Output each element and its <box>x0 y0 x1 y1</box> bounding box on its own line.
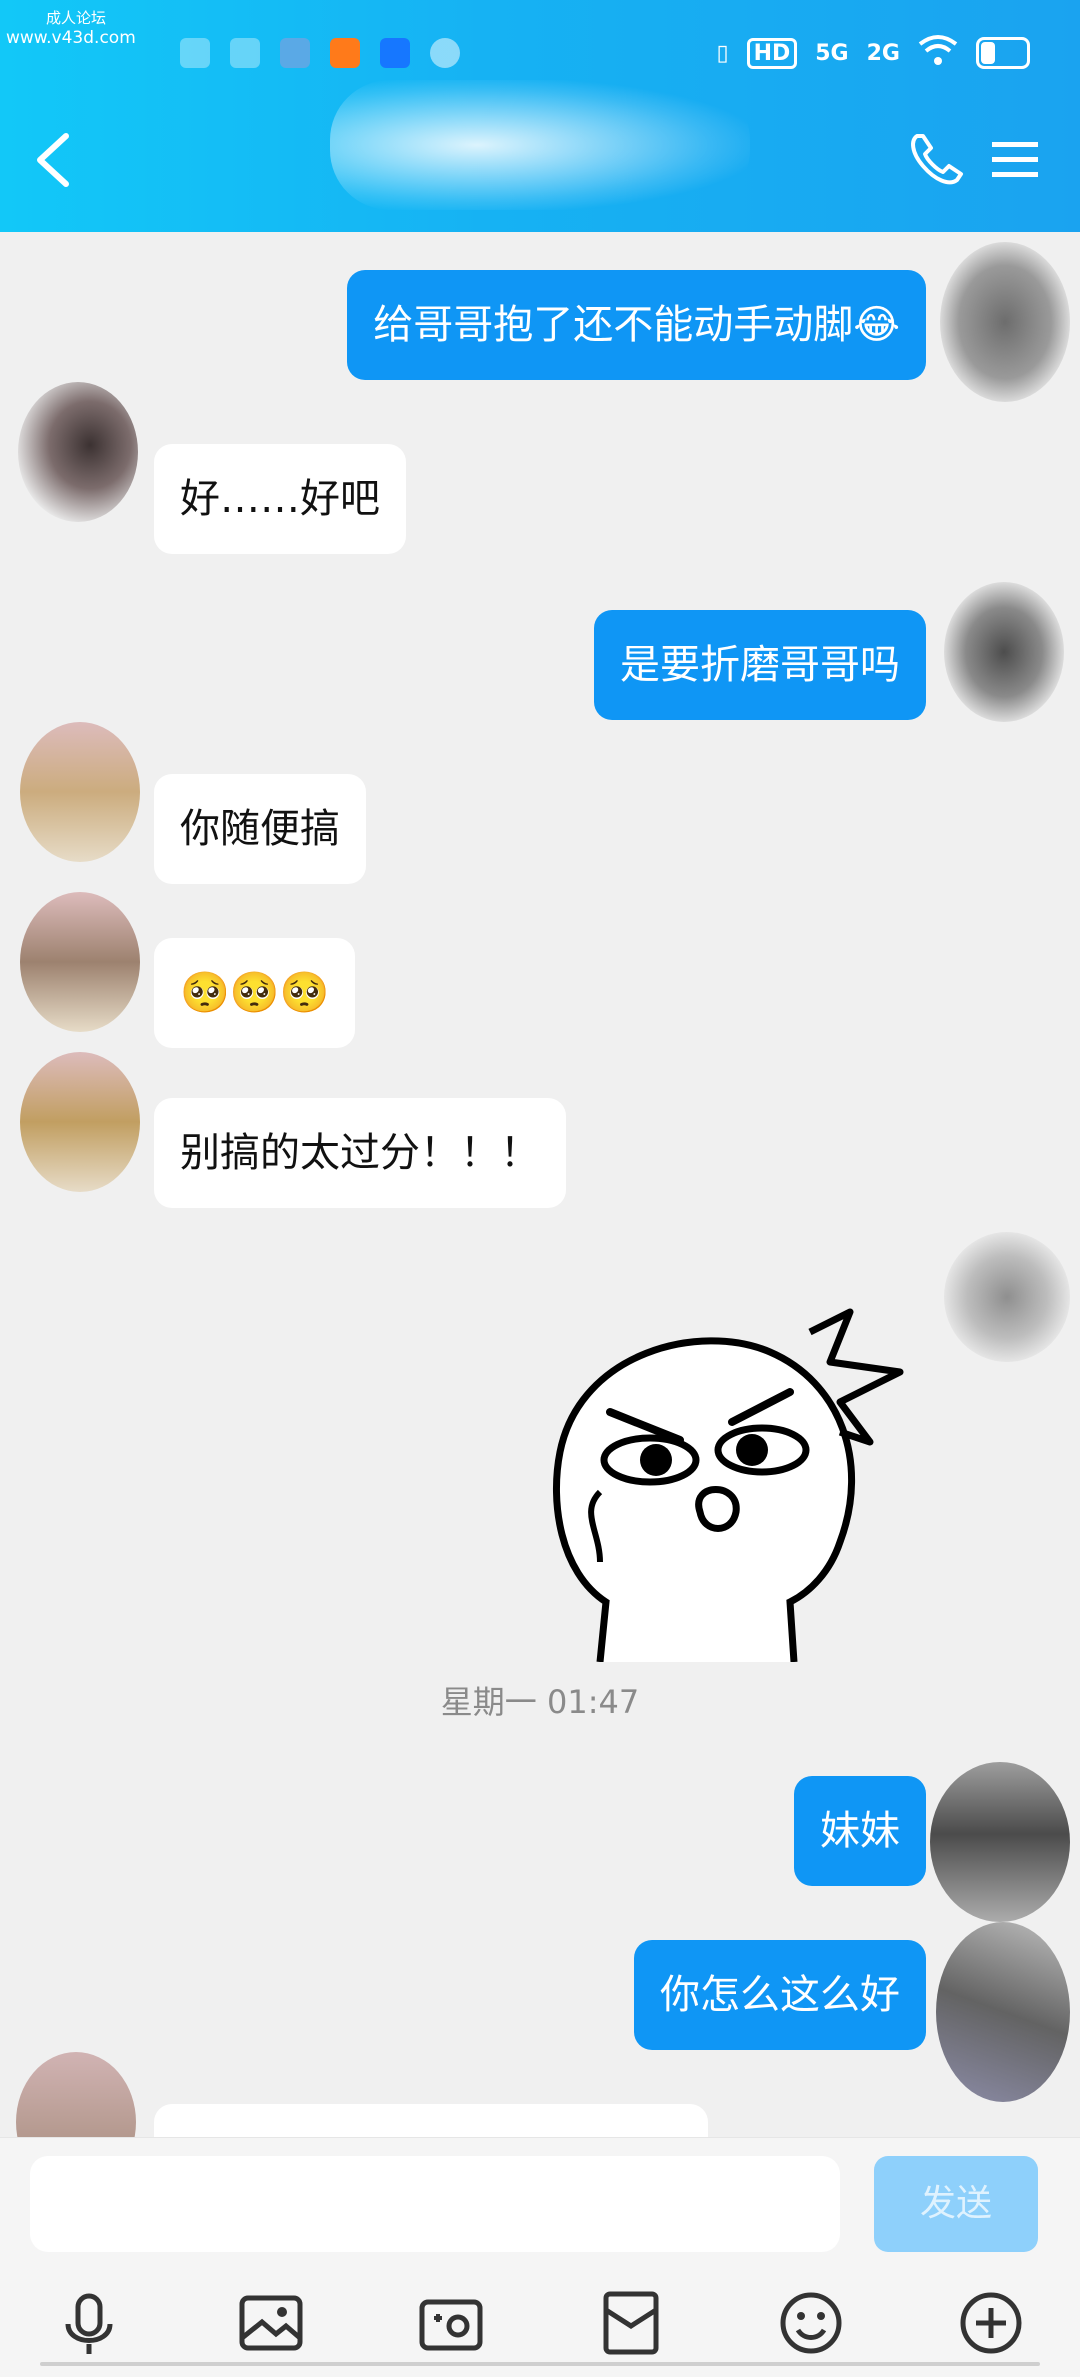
message-bubble[interactable]: 妹妹 <box>794 1776 926 1886</box>
message-bubble[interactable]: 你随便搞 <box>154 774 366 884</box>
mail-icon <box>280 38 310 68</box>
send-button[interactable]: 发送 <box>874 2156 1038 2252</box>
battery-icon <box>976 37 1030 69</box>
vibrate-icon: ▯ <box>716 40 729 66</box>
plus-icon[interactable] <box>956 2288 1026 2358</box>
contact-avatar[interactable] <box>20 722 140 862</box>
wifi-icon <box>918 34 958 72</box>
message-bubble[interactable]: 给哥哥抱了还不能动手动脚😂 <box>347 270 926 380</box>
message-bubble-partial[interactable] <box>154 2104 708 2137</box>
home-indicator <box>40 2362 1040 2366</box>
message-bubble[interactable]: 别搞的太过分！！！ <box>154 1098 566 1208</box>
my-avatar[interactable] <box>936 1922 1070 2102</box>
menu-icon[interactable] <box>990 140 1040 180</box>
contact-avatar[interactable] <box>16 2052 136 2137</box>
message-bubble[interactable]: 是要折磨哥哥吗 <box>594 610 926 720</box>
contact-name-redacted <box>330 80 750 210</box>
contact-avatar[interactable] <box>20 892 140 1032</box>
my-avatar[interactable] <box>944 1232 1070 1362</box>
contact-avatar[interactable] <box>18 382 138 522</box>
message-timestamp: 星期一 01:47 <box>440 1683 640 1721</box>
signal-5g: 5G <box>815 40 849 66</box>
taobao-icon <box>330 38 360 68</box>
red-packet-icon[interactable] <box>596 2288 666 2358</box>
notification-icons <box>180 38 460 68</box>
message-bubble[interactable]: 你怎么这么好 <box>634 1940 926 2050</box>
camera-icon[interactable] <box>416 2288 486 2358</box>
microphone-icon[interactable] <box>54 2288 124 2358</box>
app-icon <box>430 38 460 68</box>
message-input[interactable] <box>30 2156 840 2252</box>
hd-badge: HD <box>746 37 798 69</box>
composer: 发送 <box>0 2137 1080 2377</box>
chat-header: 成人论坛 www.v43d.com ▯ HD 5G 2G <box>0 0 1080 232</box>
my-avatar[interactable] <box>944 582 1064 722</box>
contact-avatar[interactable] <box>20 1052 140 1192</box>
message-bubble[interactable]: 🥺🥺🥺 <box>154 938 356 1048</box>
status-bar-right: ▯ HD 5G 2G <box>716 34 1030 72</box>
signal-2g: 2G <box>866 40 900 66</box>
app-icon <box>180 38 210 68</box>
message-list[interactable]: 给哥哥抱了还不能动手动脚😂 好……好吧 是要折磨哥哥吗 你随便搞 🥺🥺🥺 别搞的… <box>0 232 1080 2137</box>
alipay-icon <box>380 38 410 68</box>
app-icon <box>230 38 260 68</box>
my-avatar[interactable] <box>940 242 1070 402</box>
watermark: 成人论坛 www.v43d.com <box>6 9 136 48</box>
image-icon[interactable] <box>236 2288 306 2358</box>
my-avatar[interactable] <box>930 1762 1070 1922</box>
phone-icon[interactable] <box>905 130 965 190</box>
back-chevron-icon[interactable] <box>30 130 74 190</box>
emoji-icon[interactable] <box>776 2288 846 2358</box>
angry-face-sticker[interactable] <box>540 1272 930 1662</box>
message-bubble[interactable]: 好……好吧 <box>154 444 406 554</box>
